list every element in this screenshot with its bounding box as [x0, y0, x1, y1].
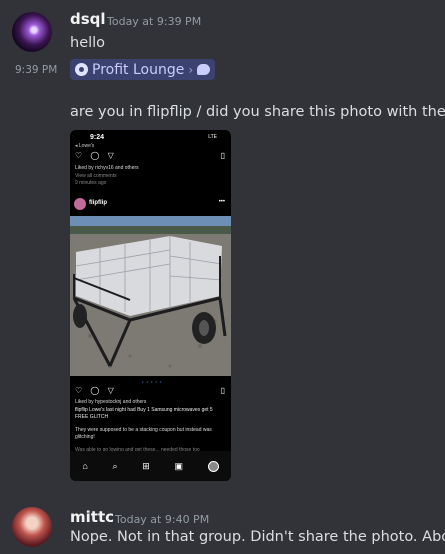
- message-text: Nope. Not in that group. Didn't share th…: [70, 529, 445, 545]
- poster-avatar: [74, 198, 86, 210]
- message-text: are you in flipflip / did you share this…: [70, 104, 445, 120]
- view-all-comments: View all comments: [75, 173, 117, 179]
- post-caption: flipflip Lowe's last night had Buy 1 Sam…: [75, 407, 213, 420]
- chat-area: dsql Today at 9:39 PM hello 9:39 PM Prof…: [0, 0, 445, 554]
- username[interactable]: dsql: [70, 10, 106, 28]
- phone-bottom-nav: ⌂ ⌕ ⊞ ▣: [70, 451, 231, 481]
- add-post-icon: ⊞: [142, 460, 150, 471]
- post-age: 9 minutes ago: [75, 180, 107, 186]
- trailer-photo: [70, 216, 231, 376]
- liked-by-text: Liked by richyv16 and others: [75, 165, 139, 171]
- post-action-icons: ♡ ◯ ▽: [75, 151, 117, 160]
- profile-icon: [207, 460, 219, 472]
- bookmark-icon: ▯: [220, 386, 225, 395]
- username[interactable]: mittc: [70, 508, 114, 526]
- channel-mention-label: Profit Lounge: [92, 61, 185, 78]
- chat-bubble-icon: [197, 64, 211, 75]
- image-attachment[interactable]: 9:24 LTE ◂ Lowe's ♡ ◯ ▽ ▯ Liked by richy…: [70, 130, 231, 481]
- poster-handle: flipflip: [89, 200, 107, 206]
- message-timestamp: Today at 9:40 PM: [115, 513, 210, 526]
- message-timestamp: Today at 9:39 PM: [107, 15, 202, 28]
- home-icon: ⌂: [82, 461, 88, 471]
- search-icon: ⌕: [112, 460, 118, 471]
- carousel-dots: • • • • •: [142, 379, 163, 384]
- reels-icon: ▣: [174, 460, 183, 471]
- avatar[interactable]: [12, 12, 52, 52]
- hover-timestamp: 9:39 PM: [15, 64, 58, 76]
- phone-status-network: LTE: [208, 134, 217, 140]
- message-text: hello: [70, 35, 106, 51]
- phone-back-label: ◂ Lowe's: [75, 143, 95, 149]
- post-action-icons: ♡ ◯ ▽: [75, 386, 117, 395]
- server-icon: [75, 63, 88, 76]
- more-icon: •••: [218, 199, 225, 205]
- bookmark-icon: ▯: [220, 151, 225, 160]
- liked-by-text: Liked by hypestocknj and others: [75, 399, 147, 405]
- channel-mention[interactable]: Profit Lounge ›: [70, 59, 216, 80]
- chevron-right-icon: ›: [188, 62, 194, 77]
- phone-status-time: 9:24: [90, 134, 105, 141]
- avatar[interactable]: [12, 507, 52, 547]
- post-caption-line: They were supposed to be a stacking coup…: [75, 427, 212, 440]
